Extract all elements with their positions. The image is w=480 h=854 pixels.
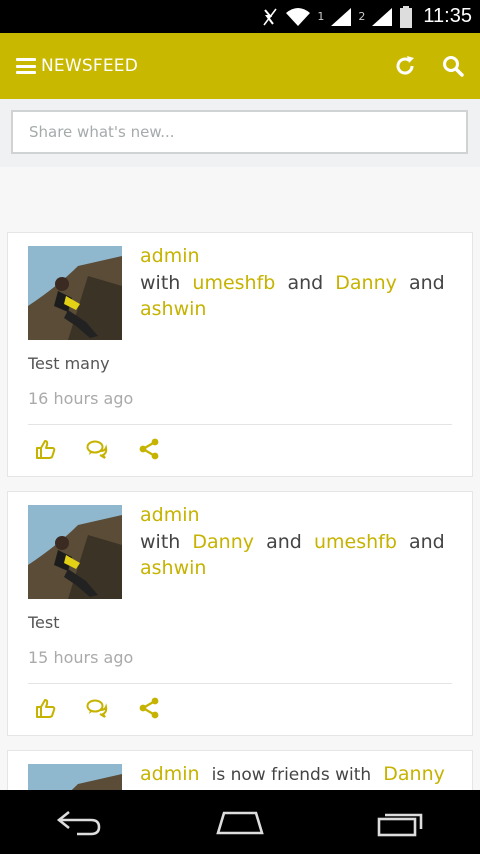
with-label: with <box>140 530 181 553</box>
post-actions <box>34 697 160 719</box>
sim1-label: 1 <box>317 10 325 23</box>
divider <box>28 683 452 684</box>
and-label: and <box>266 530 302 553</box>
and-label: and <box>408 530 445 553</box>
share-input[interactable] <box>11 110 468 154</box>
post-text: Test many <box>28 354 110 373</box>
and-label: and <box>287 271 324 294</box>
no-signal-icon <box>263 8 278 25</box>
tagged-user-link[interactable]: umeshfb <box>192 272 275 294</box>
like-icon[interactable] <box>34 438 56 460</box>
home-icon[interactable] <box>214 807 266 837</box>
tagged-user-link[interactable]: ashwin <box>140 298 206 320</box>
menu-icon[interactable] <box>16 58 36 74</box>
author-link[interactable]: admin <box>140 763 200 785</box>
comment-icon[interactable] <box>86 697 108 719</box>
avatar[interactable] <box>28 764 122 790</box>
post-card: admin with Danny and umeshfb and ashwin … <box>7 491 473 736</box>
tagged-user-link[interactable]: umeshfb <box>314 531 397 553</box>
post-text: Test <box>28 613 60 632</box>
wifi-icon <box>286 7 311 26</box>
signal-icon <box>331 7 352 26</box>
status-bar: 1 2 11:35 <box>0 0 480 33</box>
author-link[interactable]: admin <box>140 504 200 526</box>
comment-icon[interactable] <box>86 438 108 460</box>
app-bar: NEWSFEED <box>0 33 480 99</box>
share-icon[interactable] <box>138 697 160 719</box>
recents-icon[interactable] <box>375 807 425 837</box>
divider <box>28 424 452 425</box>
activity-label: is now friends with <box>211 765 372 785</box>
avatar[interactable] <box>28 246 122 340</box>
tagged-user-link[interactable]: Danny <box>192 531 254 553</box>
post-timestamp: 15 hours ago <box>28 648 134 667</box>
post-card: admin is now friends with Danny <box>7 750 473 790</box>
with-label: with <box>140 271 181 294</box>
back-icon[interactable] <box>55 807 105 837</box>
page-title: NEWSFEED <box>41 56 139 76</box>
post-actions <box>34 438 160 460</box>
author-link[interactable]: admin <box>140 245 200 267</box>
tagged-user-link[interactable]: ashwin <box>140 557 206 579</box>
sim2-label: 2 <box>358 10 366 23</box>
like-icon[interactable] <box>34 697 56 719</box>
post-header: admin with umeshfb and Danny and ashwin <box>140 243 460 323</box>
tagged-user-link[interactable]: Danny <box>335 272 397 294</box>
post-header: admin with Danny and umeshfb and ashwin <box>140 502 460 582</box>
spacer <box>0 167 480 205</box>
share-icon[interactable] <box>138 438 160 460</box>
battery-icon <box>400 5 413 28</box>
post-timestamp: 16 hours ago <box>28 389 134 408</box>
system-nav-bar <box>0 790 480 854</box>
avatar[interactable] <box>28 505 122 599</box>
post-header: admin is now friends with Danny <box>140 761 460 789</box>
composer-area <box>0 99 480 167</box>
search-icon[interactable] <box>442 55 464 77</box>
signal-icon <box>372 7 393 26</box>
news-feed: admin with umeshfb and Danny and ashwin … <box>0 205 480 790</box>
and-label: and <box>408 271 445 294</box>
post-card: admin with umeshfb and Danny and ashwin … <box>7 232 473 477</box>
clock: 11:35 <box>423 5 472 27</box>
refresh-icon[interactable] <box>394 55 416 77</box>
friend-link[interactable]: Danny <box>383 763 445 785</box>
